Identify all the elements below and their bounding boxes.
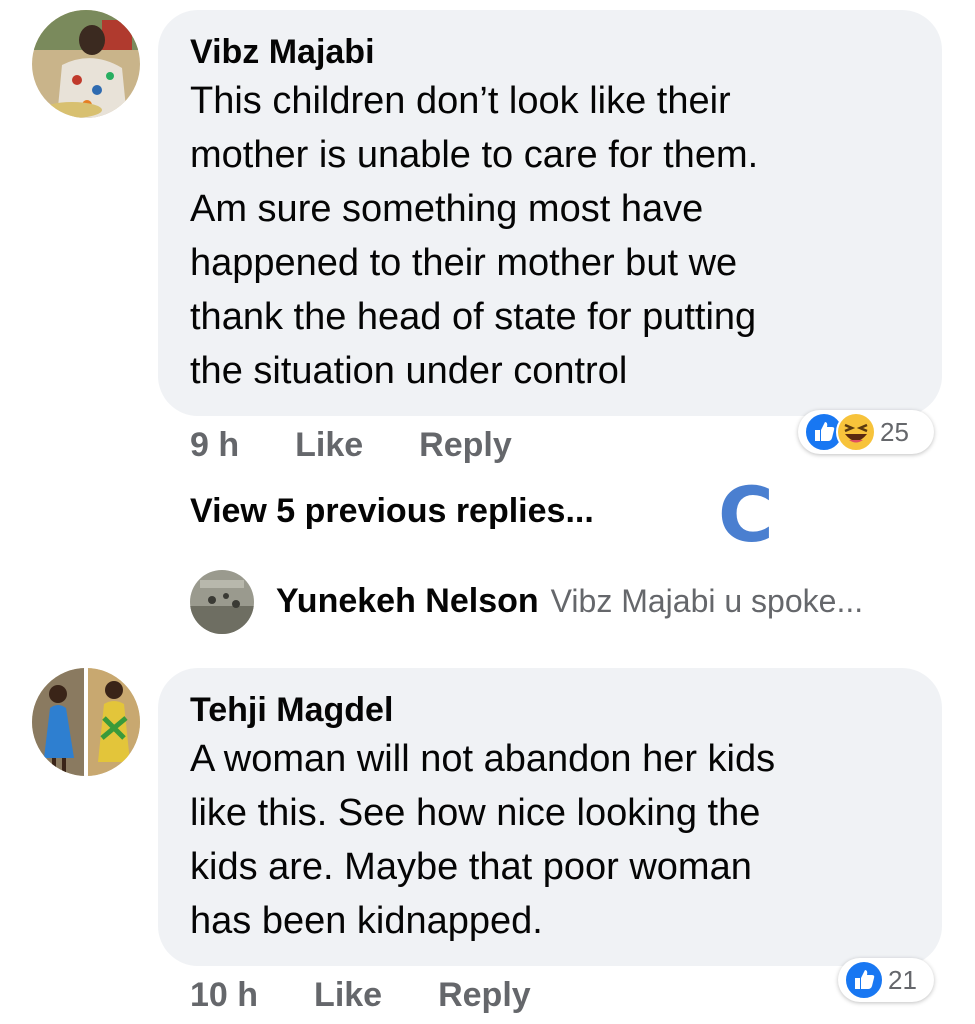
loading-spinner-icon: C (718, 470, 774, 559)
comment-bubble: Tehji Magdel A woman will not abandon he… (158, 668, 942, 966)
comment-text-line: Am sure something most have (190, 188, 704, 230)
reaction-count: 21 (888, 964, 917, 995)
comment-author[interactable]: Vibz Majabi (190, 30, 910, 74)
comment-text-line: thank the head of state for putting (190, 296, 757, 338)
reaction-summary[interactable]: 25 (798, 410, 934, 454)
avatar-tehji-magdel[interactable] (32, 668, 140, 776)
comment-text-line: kids are. Maybe that poor woman (190, 846, 752, 888)
comment-timestamp[interactable]: 9 h (190, 426, 239, 465)
comment-text-line: A woman will not abandon her kids (190, 738, 776, 780)
haha-icon (836, 412, 876, 452)
profile-photo (32, 668, 140, 776)
reaction-summary[interactable]: 21 (838, 958, 934, 1002)
reply-preview[interactable]: Yunekeh Nelson Vibz Majabi u spoke... (276, 582, 863, 621)
reply-button[interactable]: Reply (419, 426, 512, 465)
profile-photo (190, 570, 254, 634)
comment-text-line: has been kidnapped. (190, 900, 543, 942)
avatar-yunekeh-nelson[interactable] (190, 570, 254, 634)
comment-text-line: like this. See how nice looking the (190, 792, 761, 834)
comment-actions: 10 h Like Reply (190, 976, 587, 1015)
like-button[interactable]: Like (314, 976, 382, 1015)
comment-timestamp[interactable]: 10 h (190, 976, 258, 1015)
comment-text-line: the situation under control (190, 350, 628, 392)
like-icon (844, 960, 884, 1000)
reply-author[interactable]: Yunekeh Nelson (276, 582, 539, 621)
like-button[interactable]: Like (295, 426, 363, 465)
comment-bubble: Vibz Majabi This children don’t look lik… (158, 10, 942, 416)
comment-author[interactable]: Tehji Magdel (190, 688, 910, 732)
comment-actions: 9 h Like Reply (190, 426, 568, 465)
comment-text-line: mother is unable to care for them. (190, 134, 759, 176)
comment-text-line: happened to their mother but we (190, 242, 738, 284)
reply-button[interactable]: Reply (438, 976, 531, 1015)
avatar-vibz-majabi[interactable] (32, 10, 140, 118)
profile-photo (32, 10, 140, 118)
reply-snippet[interactable]: Vibz Majabi u spoke... (551, 583, 863, 620)
comment-text-line: This children don’t look like their (190, 80, 731, 122)
view-previous-replies-link[interactable]: View 5 previous replies... (190, 492, 594, 531)
reaction-count: 25 (880, 416, 909, 447)
